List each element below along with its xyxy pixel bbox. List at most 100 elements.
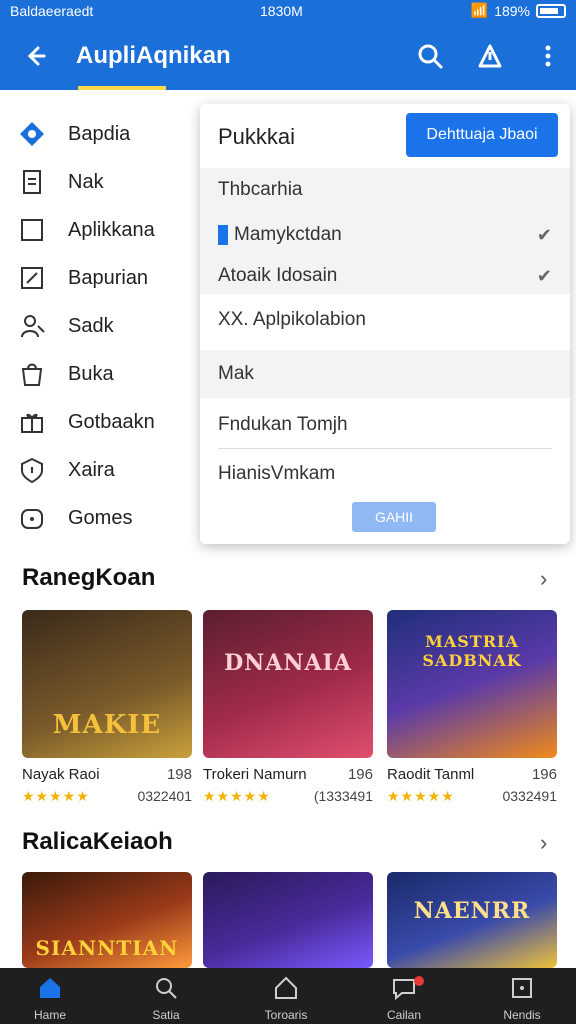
card-value: 198 [166, 766, 192, 783]
popup-row[interactable]: Atoaik Idosain ✔ [200, 258, 570, 294]
edit-icon [18, 264, 52, 292]
game-thumbnail[interactable] [203, 872, 373, 968]
popup-row-label: Mak [218, 363, 254, 384]
game-card[interactable]: NAENRR [387, 872, 557, 968]
more-icon[interactable] [532, 40, 564, 72]
game-card[interactable]: SIANNTIAN [22, 872, 192, 968]
search-icon[interactable] [414, 40, 446, 72]
wifi-icon: 📶 [470, 2, 489, 18]
nav-label: Cailan [386, 1008, 422, 1022]
popup-divider [218, 448, 552, 449]
menu-item-aplikkana[interactable]: Aplikkana [18, 210, 198, 250]
popup-row[interactable]: Thbcarhia [200, 168, 570, 212]
game-thumbnail[interactable]: DNANAIA [203, 610, 373, 758]
chevron-right-icon[interactable]: › [540, 830, 547, 856]
nav-nendis[interactable]: Nendis [474, 974, 570, 1022]
game-thumbnail[interactable]: MASTRIA SADBNAK [387, 610, 557, 758]
notification-badge [414, 976, 424, 986]
game-card[interactable]: MAKIE Nayak Raoi 198 ★★★★★ 0322401 [22, 610, 192, 804]
menu-label: Xaira [68, 458, 115, 481]
app-bar: AupliAqnikan [0, 22, 576, 90]
card-value: 196 [531, 766, 557, 783]
check-icon: ✔ [536, 265, 552, 286]
bottom-nav: Hame Satia Toroaris Cailan Nendis [0, 968, 576, 1024]
popup-row-label: Thbcarhia [218, 179, 303, 200]
popup-row-label: XX. Aplpikolabion [218, 309, 366, 330]
card-count: 0332491 [502, 788, 557, 804]
thumbnail-art-text: MASTRIA SADBNAK [422, 632, 522, 670]
menu-label: Nak [68, 170, 104, 193]
thumbnail-art-text: NAENRR [413, 898, 531, 924]
rating-stars: ★★★★★ [387, 788, 455, 804]
game-thumbnail[interactable]: NAENRR [387, 872, 557, 968]
card-value: 196 [347, 766, 373, 783]
nav-label: Nendis [503, 1008, 541, 1022]
back-arrow-icon[interactable] [18, 40, 50, 72]
apply-button[interactable]: GAHII [352, 502, 436, 532]
check-icon: ✔ [536, 224, 552, 245]
menu-item-xaira[interactable]: Xaira [18, 450, 198, 490]
popup-row[interactable]: Mamykctdan ✔ [200, 212, 570, 258]
share-icon[interactable] [474, 40, 506, 72]
card-count: 0322401 [137, 788, 192, 804]
card-meta: Nayak Raoi 198 [22, 766, 192, 783]
page-title: AupliAqnikan [76, 42, 231, 69]
thumbnail-art-text: MAKIE [52, 710, 162, 740]
game-card[interactable]: DNANAIA Trokeri Namurn 196 ★★★★★ (133349… [203, 610, 373, 804]
menu-label: Aplikkana [68, 218, 155, 241]
card-name: Raodit Tanml [387, 766, 475, 783]
menu-label: Gomes [68, 506, 133, 529]
popup-primary-button[interactable]: Dehttuaja Jbaoi [406, 113, 558, 157]
popup-title: Pukkkai [218, 124, 296, 149]
game-card[interactable] [203, 872, 373, 968]
square-icon [512, 978, 532, 998]
menu-item-nak[interactable]: Nak [18, 162, 198, 202]
game-thumbnail[interactable]: MAKIE [22, 610, 192, 758]
menu-item-bapdia[interactable]: Bapdia [18, 114, 198, 154]
nav-search[interactable]: Satia [118, 974, 214, 1022]
status-right: 📶 189% [471, 2, 566, 19]
menu-label: Bapdia [68, 122, 131, 145]
nav-home[interactable]: Hame [2, 974, 98, 1022]
popup-row[interactable]: Fndukan Tomjh [200, 404, 570, 446]
card-name: Trokeri Namurn [203, 766, 307, 783]
card-name: Nayak Raoi [22, 766, 100, 783]
popup-row-label: HianisVmkam [218, 463, 336, 484]
person-icon [18, 312, 52, 340]
section-title: RalicaKeiaoh [22, 828, 173, 855]
popup-row[interactable]: XX. Aplpikolabion [200, 298, 570, 342]
rating-stars: ★★★★★ [203, 788, 271, 804]
nav-cailan[interactable]: Cailan [356, 974, 452, 1022]
rating-stars: ★★★★★ [22, 788, 90, 804]
card-count: (1333491 [313, 788, 373, 804]
nav-label: Toroaris [264, 1008, 308, 1022]
menu-item-gomes[interactable]: Gomes [18, 498, 198, 538]
menu-label: Bapurian [68, 266, 149, 289]
status-time: 1830M [260, 3, 303, 19]
chevron-right-icon[interactable]: › [540, 566, 547, 592]
popup-row[interactable]: HianisVmkam [200, 454, 570, 494]
battery-text: 189% [494, 2, 530, 19]
bag-icon [18, 360, 52, 388]
game-thumbnail[interactable]: SIANNTIAN [22, 872, 192, 968]
status-left-text: Baldaeeraedt [10, 3, 94, 19]
home-icon [40, 978, 60, 998]
menu-item-buka[interactable]: Buka [18, 354, 198, 394]
menu-item-gotbaakn[interactable]: Gotbaakn [18, 402, 198, 442]
menu-label: Sadk [68, 314, 114, 337]
menu-item-sadk[interactable]: Sadk [18, 306, 198, 346]
popup-row[interactable]: Mak [200, 350, 570, 398]
file-icon [18, 168, 52, 196]
gift-icon [18, 408, 52, 436]
menu-label: Gotbaakn [68, 410, 155, 433]
battery-icon [536, 3, 566, 18]
search-icon [156, 978, 177, 999]
app-root: Baldaeeraedt 1830M 📶 189% AupliAqnikan B… [0, 0, 576, 1024]
thumbnail-art-text: SIANNTIAN [35, 936, 179, 960]
game-card[interactable]: MASTRIA SADBNAK Raodit Tanml 196 ★★★★★ 0… [387, 610, 557, 804]
menu-item-bapurian[interactable]: Bapurian [18, 258, 198, 298]
menu-label: Buka [68, 362, 114, 385]
square-icon [18, 216, 52, 244]
nav-toroaris[interactable]: Toroaris [238, 974, 334, 1022]
gamepad-icon [18, 504, 52, 532]
